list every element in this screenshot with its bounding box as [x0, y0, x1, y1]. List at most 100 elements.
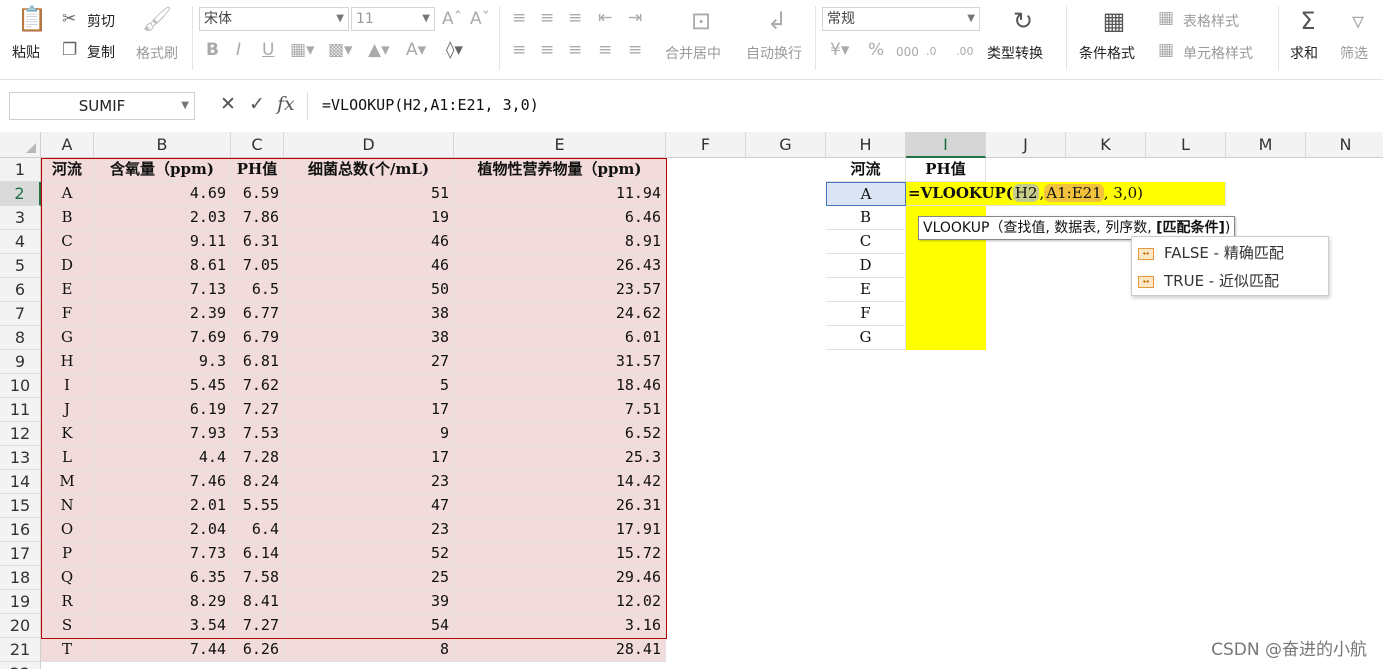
table-cell[interactable]: E [41, 278, 94, 302]
filter-button[interactable]: 筛选 [1340, 43, 1368, 63]
table-cell[interactable]: 7.86 [231, 206, 284, 230]
table-cell[interactable]: 6.4 [231, 518, 284, 542]
table-cell[interactable]: 4.69 [94, 182, 231, 206]
column-header-i[interactable]: I [906, 132, 986, 158]
table-cell[interactable]: 3.16 [454, 614, 666, 638]
table-cell[interactable]: 5.45 [94, 374, 231, 398]
row-header[interactable]: 16 [0, 518, 41, 542]
number-format-select[interactable]: 常规 ▼ [822, 7, 980, 31]
row-header[interactable]: 8 [0, 326, 41, 350]
table-header-cell[interactable]: PH值 [231, 158, 284, 182]
table-cell[interactable]: S [41, 614, 94, 638]
table-cell[interactable]: 47 [284, 494, 454, 518]
table-cell[interactable]: 6.77 [231, 302, 284, 326]
table-header-cell[interactable]: 含氧量（ppm) [94, 158, 231, 182]
column-header-n[interactable]: N [1306, 132, 1383, 158]
align-center-icon[interactable]: ≡ [540, 40, 554, 60]
column-header-f[interactable]: F [666, 132, 746, 158]
format-painter-button[interactable]: 格式刷 [136, 43, 178, 63]
table-cell[interactable]: 17 [284, 398, 454, 422]
dropdown-option-true[interactable]: ↔ TRUE - 近似匹配 [1138, 268, 1324, 294]
column-header-m[interactable]: M [1226, 132, 1306, 158]
table-cell[interactable]: 54 [284, 614, 454, 638]
table-cell[interactable]: 23 [284, 470, 454, 494]
underline-icon[interactable]: U [262, 40, 274, 60]
cell-style-button[interactable]: 单元格样式 [1183, 43, 1253, 63]
lookup-key-cell[interactable]: F [826, 302, 906, 326]
thousands-icon[interactable]: 000 [896, 42, 919, 62]
table-cell[interactable]: 17.91 [454, 518, 666, 542]
column-header-g[interactable]: G [746, 132, 826, 158]
lookup-key-cell[interactable]: D [826, 254, 906, 278]
column-header-k[interactable]: K [1066, 132, 1146, 158]
table-cell[interactable]: 46 [284, 230, 454, 254]
ph-result-cell[interactable] [906, 278, 986, 302]
table-cell[interactable]: 26.43 [454, 254, 666, 278]
table-header-cell[interactable]: 植物性营养物量（ppm) [454, 158, 666, 182]
table-cell[interactable]: T [41, 638, 94, 662]
row-header[interactable]: 12 [0, 422, 41, 446]
table-cell[interactable]: 9.3 [94, 350, 231, 374]
table-cell[interactable]: 28.41 [454, 638, 666, 662]
table-cell[interactable]: L [41, 446, 94, 470]
table-cell[interactable]: 7.69 [94, 326, 231, 350]
lookup-header-ph[interactable]: PH值 [906, 158, 986, 182]
align-middle-icon[interactable]: ≡ [540, 8, 554, 28]
paste-icon[interactable]: 📋 [15, 4, 49, 34]
table-header-cell[interactable]: 细菌总数(个/mL) [284, 158, 454, 182]
row-header[interactable]: 14 [0, 470, 41, 494]
decrease-decimal-icon[interactable]: .00 [956, 42, 974, 62]
align-top-icon[interactable]: ≡ [512, 8, 526, 28]
percent-icon[interactable]: % [868, 40, 884, 60]
type-convert-icon[interactable]: ↻ [1006, 6, 1040, 36]
currency-icon[interactable]: ¥▾ [830, 40, 849, 60]
table-cell[interactable]: 2.39 [94, 302, 231, 326]
table-cell[interactable]: 6.79 [231, 326, 284, 350]
table-cell[interactable]: 2.04 [94, 518, 231, 542]
table-cell[interactable]: 29.46 [454, 566, 666, 590]
table-cell[interactable]: 26.31 [454, 494, 666, 518]
table-cell[interactable]: 11.94 [454, 182, 666, 206]
table-cell[interactable]: 31.57 [454, 350, 666, 374]
table-cell[interactable]: R [41, 590, 94, 614]
table-cell[interactable]: 7.27 [231, 614, 284, 638]
table-cell[interactable]: N [41, 494, 94, 518]
fill-style-icon[interactable]: ▩▾ [328, 40, 353, 60]
table-cell[interactable]: F [41, 302, 94, 326]
table-cell[interactable]: 8 [284, 638, 454, 662]
name-box[interactable]: SUMIF ▼ [9, 92, 195, 120]
border-icon[interactable]: ▦▾ [290, 40, 315, 60]
table-cell[interactable]: 3.54 [94, 614, 231, 638]
table-cell[interactable]: 39 [284, 590, 454, 614]
row-header[interactable]: 3 [0, 206, 41, 230]
justify-icon[interactable]: ≡ [598, 40, 612, 60]
cell-style-icon[interactable]: ▦ [1158, 40, 1174, 60]
table-cell[interactable]: 19 [284, 206, 454, 230]
lookup-key-cell[interactable]: A [826, 182, 906, 206]
row-header[interactable]: 17 [0, 542, 41, 566]
table-cell[interactable]: 7.28 [231, 446, 284, 470]
table-cell[interactable]: I [41, 374, 94, 398]
table-cell[interactable]: 38 [284, 302, 454, 326]
row-header[interactable]: 2 [0, 182, 41, 206]
fill-color-icon[interactable]: ▲▾ [368, 40, 390, 60]
table-cell[interactable]: 6.81 [231, 350, 284, 374]
table-cell[interactable]: 12.02 [454, 590, 666, 614]
formula-input[interactable]: =VLOOKUP(H2,A1:E21, 3,0) [307, 92, 1383, 120]
table-cell[interactable]: 14.42 [454, 470, 666, 494]
table-cell[interactable]: J [41, 398, 94, 422]
font-color-icon[interactable]: A▾ [406, 40, 426, 60]
row-header[interactable]: 22 [0, 662, 41, 669]
table-cell[interactable]: 6.35 [94, 566, 231, 590]
table-cell[interactable]: 5.55 [231, 494, 284, 518]
font-name-select[interactable]: 宋体 ▼ [199, 7, 349, 31]
lookup-key-cell[interactable]: E [826, 278, 906, 302]
table-cell[interactable]: H [41, 350, 94, 374]
table-header-cell[interactable]: 河流 [41, 158, 94, 182]
editing-cell-i2[interactable]: =VLOOKUP(H2, A1:E21, 3,0) [906, 182, 1226, 206]
table-cell[interactable]: 6.26 [231, 638, 284, 662]
row-header[interactable]: 4 [0, 230, 41, 254]
table-cell[interactable]: 7.53 [231, 422, 284, 446]
row-header[interactable]: 11 [0, 398, 41, 422]
increase-font-icon[interactable]: Aˆ [442, 9, 462, 29]
